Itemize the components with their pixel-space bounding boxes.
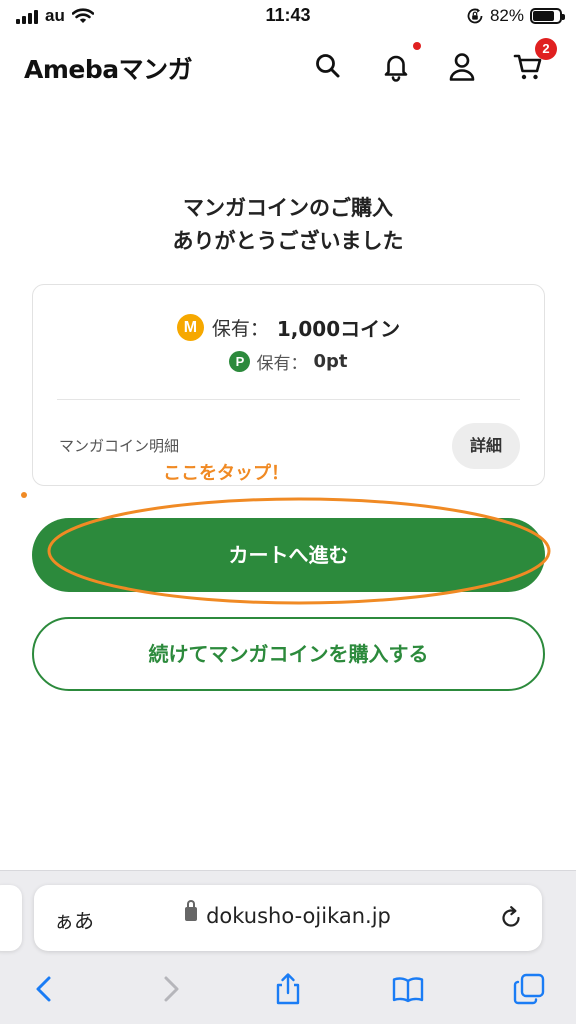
reload-icon[interactable] [498, 905, 524, 931]
details-button[interactable]: 詳細 [452, 423, 520, 469]
battery-percent: 82% [489, 6, 524, 25]
notification-dot [413, 42, 421, 50]
forward-icon[interactable] [153, 972, 187, 1006]
coin-balance-row: M 保有： 1,000コイン [33, 313, 544, 342]
coin-value: 1,000コイン [276, 317, 401, 341]
back-icon[interactable] [28, 972, 62, 1006]
app-header: Amebaマンガ 2 [0, 34, 576, 100]
coin-icon: M [176, 314, 204, 341]
lock-icon [185, 900, 198, 921]
search-icon[interactable] [312, 50, 344, 82]
share-icon[interactable] [271, 972, 305, 1006]
browser-bottom-bar: ぁあ dokusho-ojikan.jp [0, 870, 576, 1024]
bookmarks-icon[interactable] [391, 972, 425, 1006]
card-divider [57, 399, 520, 400]
thanks-line-1: マンガコインのご購入 [183, 196, 393, 220]
url-display[interactable]: dokusho-ojikan.jp [34, 900, 542, 928]
proceed-to-cart-button[interactable]: カートへ進む [32, 518, 545, 592]
tabs-icon[interactable] [512, 972, 546, 1006]
point-balance-row: P 保有： 0pt [33, 349, 544, 374]
continue-buying-coins-button[interactable]: 続けてマンガコインを購入する [32, 617, 545, 691]
bell-icon[interactable] [380, 50, 412, 82]
battery-fill [533, 11, 555, 21]
coin-label: 保有： [211, 318, 269, 340]
app-logo[interactable]: Amebaマンガ [24, 50, 193, 86]
thanks-message: マンガコインのご購入 ありがとうございました [0, 192, 576, 258]
annotation-dot [21, 492, 27, 498]
address-bar[interactable]: ぁあ dokusho-ojikan.jp [34, 885, 542, 951]
point-icon: P [229, 351, 251, 372]
coin-statement-label: マンガコイン明細 [59, 437, 180, 455]
status-bar: au 11:43 82% [0, 0, 576, 34]
user-icon[interactable] [446, 50, 478, 82]
url-text: dokusho-ojikan.jp [206, 904, 391, 928]
cart-badge: 2 [535, 38, 557, 60]
tap-here-annotation: ここをタップ！ [163, 463, 289, 484]
thanks-line-2: ありがとうございました [172, 229, 404, 253]
balance-card: M 保有： 1,000コイン P 保有： 0pt マンガコイン明細 詳細 [32, 284, 545, 486]
point-value: 0pt [313, 351, 348, 372]
point-label: 保有： [256, 354, 308, 374]
status-right: 82% [466, 6, 565, 26]
orientation-lock-icon [467, 8, 483, 24]
battery-icon [530, 8, 565, 24]
previous-tab-preview[interactable] [0, 885, 22, 951]
